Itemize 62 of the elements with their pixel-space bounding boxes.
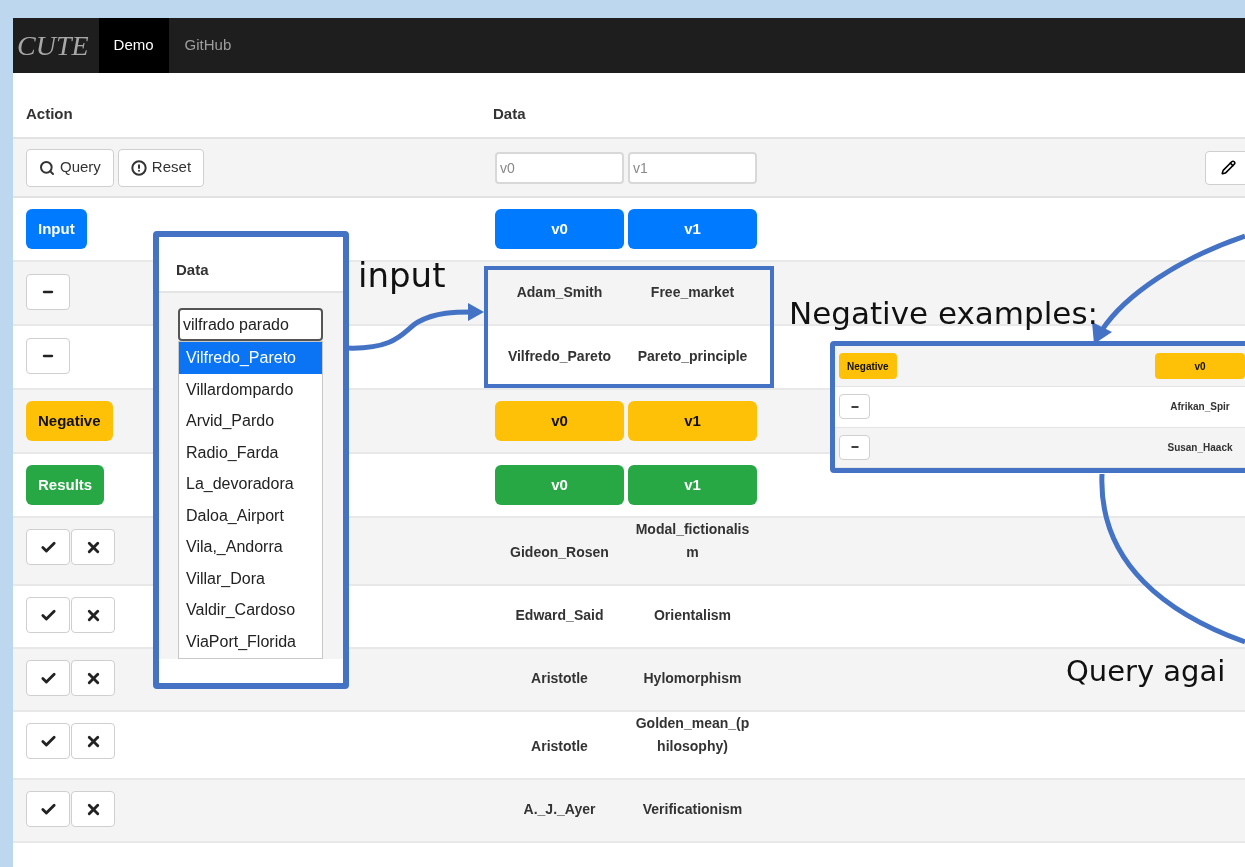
suggestion-option[interactable]: Radio_Farda [179,437,322,469]
suggestion-option[interactable]: Daloa_Airport [179,500,322,532]
data-cell-text: Susan_Haack [1167,440,1233,455]
suggestion-option[interactable]: Vila,_Andorra [179,531,322,563]
column-button[interactable]: v0 [495,209,624,249]
accept-button[interactable] [26,597,70,633]
accept-button[interactable] [26,529,70,565]
accept-button[interactable] [26,723,70,759]
reject-button[interactable] [71,529,115,565]
data-cell-text: Free_market [650,283,735,302]
accept-button[interactable] [26,660,70,696]
data-cell-text: Gideon_Rosen [510,543,609,562]
pencil-icon [1220,160,1236,175]
suggestion-option[interactable]: Valdir_Cardoso [179,594,322,626]
accept-button[interactable] [26,791,70,827]
nav-tab[interactable]: Demo [98,18,169,73]
toolbar-button[interactable]: Query [26,148,114,187]
search-input-field[interactable]: vilfrado parado [178,308,323,341]
value-input-field[interactable]: v1 [628,151,757,184]
suggestion-option[interactable]: ViaPort_Florida [179,626,322,658]
toolbar-button[interactable]: Reset [117,148,205,187]
suggestion-option[interactable]: Villardompardo [179,374,322,406]
annotation-label: Negative examples: [789,294,1098,333]
column-button[interactable]: v0 [495,401,624,441]
data-cell-text: Adam_Smith [516,283,603,302]
data-cell-text: Hylomorphism [643,669,742,688]
reject-button[interactable] [71,791,115,827]
section-button[interactable]: Input [26,209,87,249]
suggestion-option[interactable]: Villar_Dora [179,563,322,595]
search-icon [39,159,55,176]
suggestion-option[interactable]: Vilfredo_Pareto [179,342,322,374]
data-cell-text: Modal_fictionalism [634,520,751,562]
data-cell-text: Orientalism [654,606,731,625]
data-cell-text: A._J._Ayer [523,800,596,819]
edit-button[interactable] [1205,150,1245,185]
column-button[interactable]: v1 [628,209,757,249]
data-cell-text: Vilfredo_Pareto [507,347,612,366]
data-cell-text: Edward_Said [515,606,604,625]
data-cell-text: Aristotle [531,669,588,688]
suggestion-option[interactable]: La_devoradora [179,468,322,500]
annotation-label: Query agai [1066,653,1226,690]
data-cell-text: Verificationism [642,800,743,819]
section-button[interactable]: Negative [26,401,113,441]
data-cell-text: Afrikan_Spir [1170,400,1230,415]
value-input-field[interactable]: v0 [495,151,624,184]
column-button[interactable]: v0 [1155,353,1245,379]
column-button[interactable]: v1 [628,401,757,441]
data-cell-text: Pareto_principle [637,347,748,366]
nav-tab[interactable]: GitHub [168,18,248,73]
section-button[interactable]: Negative [839,353,897,380]
brand-logo[interactable]: CUTE [13,18,99,73]
column-header: Data [176,259,209,280]
reject-button[interactable] [71,660,115,696]
column-header: Data [493,103,526,124]
column-header: Action [26,103,73,124]
data-cell-text: Aristotle [531,737,588,756]
reject-button[interactable] [71,597,115,633]
exclamation-circle-icon [130,159,147,176]
data-cell-text: Golden_mean_(philosophy) [634,714,751,756]
reject-button[interactable] [71,723,115,759]
annotation-label: input [358,254,446,297]
suggestion-option[interactable]: Arvid_Pardo [179,405,322,437]
